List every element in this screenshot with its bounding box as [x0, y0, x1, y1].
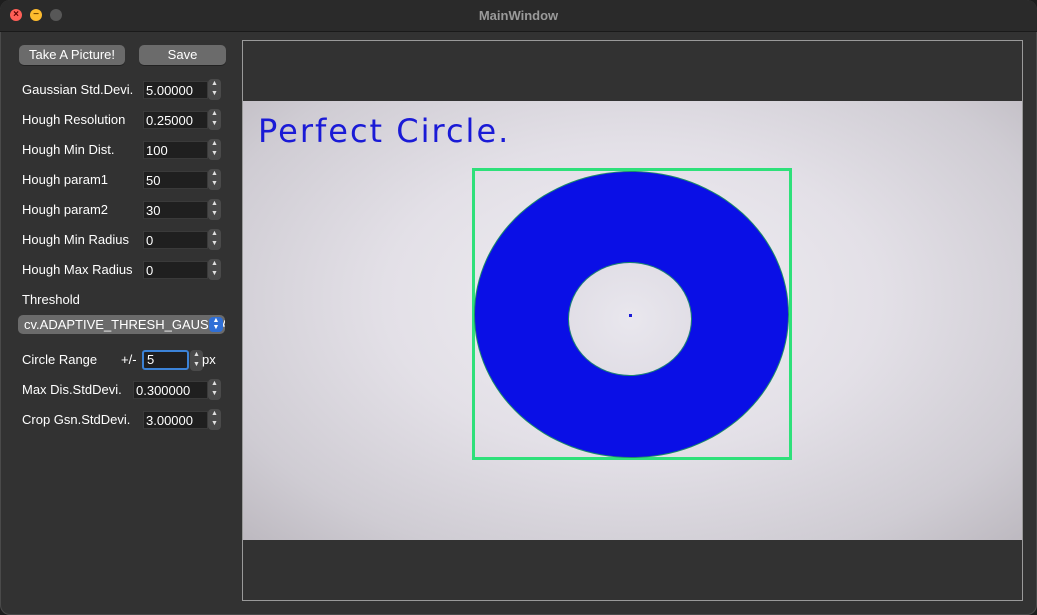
hough-min-radius-stepper[interactable]: ▲ ▼ — [208, 229, 221, 250]
chevron-down-icon: ▼ — [211, 120, 218, 127]
main-window: × − MainWindow Take A Picture! Save Gaus… — [0, 0, 1037, 615]
threshold-label: Threshold — [22, 292, 80, 307]
hough-min-dist-stepper[interactable]: ▲ ▼ — [208, 139, 221, 160]
window-title: MainWindow — [478, 8, 559, 23]
hough-max-radius-input[interactable]: 0 — [143, 261, 208, 279]
circle-range-prefix: +/- — [121, 352, 137, 367]
take-picture-button[interactable]: Take A Picture! — [19, 45, 125, 65]
hough-param2-stepper[interactable]: ▲ ▼ — [208, 199, 221, 220]
hough-resolution-stepper[interactable]: ▲ ▼ — [208, 109, 221, 130]
hough-min-radius-label: Hough Min Radius — [22, 232, 129, 247]
gaussian-label: Gaussian Std.Devi. — [22, 82, 134, 97]
ring-inner-hole — [569, 263, 691, 375]
crop-gsn-stepper[interactable]: ▲ ▼ — [208, 409, 221, 430]
title-bar: × − MainWindow — [0, 0, 1037, 32]
circle-range-label: Circle Range — [22, 352, 98, 367]
hough-param2-label: Hough param2 — [22, 202, 108, 217]
chevron-up-icon: ▲ — [211, 380, 218, 387]
max-dis-stepper[interactable]: ▲ ▼ — [208, 379, 221, 400]
threshold-select-value: cv.ADAPTIVE_THRESH_GAUSSIAN_C — [24, 317, 225, 332]
chevron-up-icon: ▲ — [211, 200, 218, 207]
chevron-down-icon: ▼ — [211, 90, 218, 97]
chevron-up-icon: ▲ — [211, 410, 218, 417]
hough-resolution-label: Hough Resolution — [22, 112, 126, 127]
hough-param2-input[interactable]: 30 — [143, 201, 208, 219]
chevron-down-icon: ▼ — [211, 180, 218, 187]
hough-min-radius-input[interactable]: 0 — [143, 231, 208, 249]
chevron-up-icon: ▲ — [211, 170, 218, 177]
chevron-down-icon: ▼ — [211, 420, 218, 427]
save-button[interactable]: Save — [139, 45, 226, 65]
gaussian-stepper[interactable]: ▲ ▼ — [208, 79, 221, 100]
chevron-down-icon: ▼ — [211, 390, 218, 397]
hough-max-radius-label: Hough Max Radius — [22, 262, 133, 277]
hough-max-radius-stepper[interactable]: ▲ ▼ — [208, 259, 221, 280]
chevron-up-icon: ▲ — [211, 260, 218, 267]
chevron-up-icon: ▲ — [211, 140, 218, 147]
max-dis-label: Max Dis.StdDevi. — [22, 382, 122, 397]
hough-param1-input[interactable]: 50 — [143, 171, 208, 189]
chevron-up-icon: ▲ — [211, 110, 218, 117]
circle-center-marker — [629, 314, 632, 317]
hough-param1-label: Hough param1 — [22, 172, 108, 187]
crop-gsn-label: Crop Gsn.StdDevi. — [22, 412, 131, 427]
crop-gsn-input[interactable]: 3.00000 — [143, 411, 208, 429]
hough-param1-stepper[interactable]: ▲ ▼ — [208, 169, 221, 190]
chevron-down-icon: ▼ — [211, 240, 218, 247]
chevron-up-icon: ▲ — [211, 230, 218, 237]
chevron-up-icon: ▲ — [211, 80, 218, 87]
hough-resolution-input[interactable]: 0.25000 — [143, 111, 208, 129]
max-dis-input[interactable]: 0.300000 — [133, 381, 208, 399]
circle-range-input[interactable]: 5 — [142, 350, 189, 370]
circle-range-unit: px — [202, 352, 216, 367]
gaussian-input[interactable]: 5.00000 — [143, 81, 208, 99]
detection-result-text: Perfect Circle. — [258, 112, 511, 150]
hough-min-dist-label: Hough Min Dist. — [22, 142, 115, 157]
chevron-updown-icon: ▲ ▼ — [209, 317, 223, 332]
threshold-select[interactable]: cv.ADAPTIVE_THRESH_GAUSSIAN_C ▲▼ — [18, 315, 225, 334]
chevron-down-icon: ▼ — [211, 270, 218, 277]
hough-min-dist-input[interactable]: 100 — [143, 141, 208, 159]
chevron-down-icon: ▼ — [211, 210, 218, 217]
chevron-down-icon: ▼ — [211, 150, 218, 157]
